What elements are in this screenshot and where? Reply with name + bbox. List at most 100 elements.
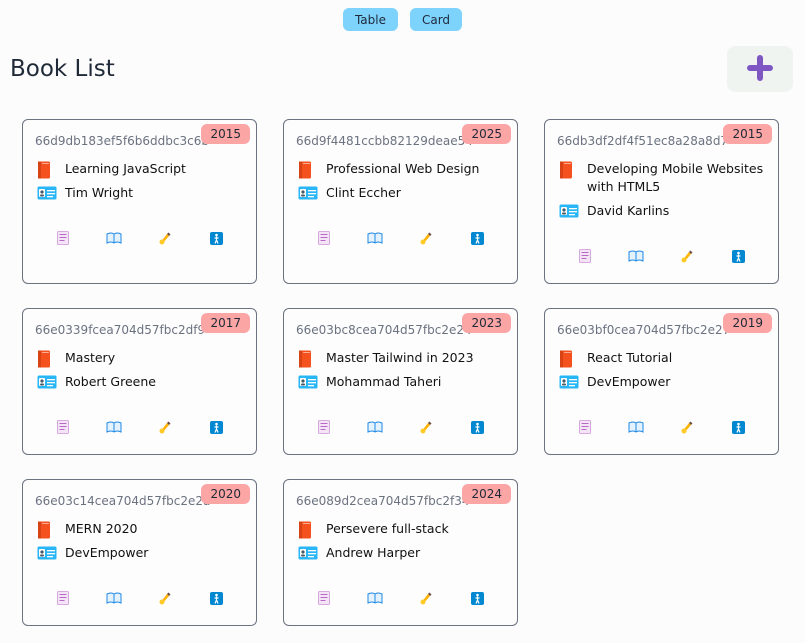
book-title-row: MERN 2020 (37, 520, 248, 539)
person-icon[interactable] (208, 419, 224, 435)
book-id: 66d9db183ef5f6b6ddbc3c6b (35, 134, 209, 148)
card-actions (284, 230, 517, 246)
writing-hand-icon[interactable] (157, 419, 173, 435)
book-title-row: Professional Web Design (298, 160, 509, 179)
memo-icon[interactable] (577, 248, 593, 264)
book-id: 66db3df2df4f51ec8a28a8d7 (557, 134, 729, 148)
person-icon[interactable] (208, 230, 224, 246)
book-author: Andrew Harper (326, 545, 421, 560)
id-card-icon (37, 186, 65, 200)
book-id: 66e089d2cea704d57fbc2f34 (296, 494, 470, 508)
memo-icon[interactable] (316, 230, 332, 246)
id-card-icon (559, 375, 587, 389)
book-id: 66e03bc8cea704d57fbc2e24 (296, 323, 472, 337)
writing-hand-icon[interactable] (157, 590, 173, 606)
book-author: Robert Greene (65, 374, 156, 389)
book-title-row: Master Tailwind in 2023 (298, 349, 509, 368)
book-icon (559, 161, 587, 179)
card-actions (284, 590, 517, 606)
open-book-icon[interactable] (367, 590, 383, 606)
open-book-icon[interactable] (106, 590, 122, 606)
open-book-icon[interactable] (367, 230, 383, 246)
year-badge: 2015 (723, 124, 772, 144)
book-title-row: Persevere full-stack (298, 520, 509, 539)
card-actions (545, 419, 778, 435)
person-icon[interactable] (208, 590, 224, 606)
book-card: 66e03bc8cea704d57fbc2e24 2023 Master Tai… (283, 308, 518, 455)
id-card-icon (559, 204, 587, 218)
book-title-row: Developing Mobile Websites with HTML5 (559, 160, 770, 196)
book-card: 66e0339fcea704d57fbc2df9 2017 Mastery Ro… (22, 308, 257, 455)
id-card-icon (37, 546, 65, 560)
card-actions (284, 419, 517, 435)
year-badge: 2019 (723, 313, 772, 333)
view-toggle: Table Card (0, 8, 805, 31)
book-icon (298, 350, 326, 368)
book-title-row: Mastery (37, 349, 248, 368)
open-book-icon[interactable] (628, 248, 644, 264)
open-book-icon[interactable] (367, 419, 383, 435)
book-author-row: David Karlins (559, 202, 770, 220)
person-icon[interactable] (469, 230, 485, 246)
writing-hand-icon[interactable] (679, 419, 695, 435)
book-card: 66e03bf0cea704d57fbc2e27 2019 React Tuto… (544, 308, 779, 455)
book-icon (37, 350, 65, 368)
book-title: Persevere full-stack (326, 521, 449, 536)
add-book-button[interactable] (727, 46, 793, 92)
year-badge: 2015 (201, 124, 250, 144)
writing-hand-icon[interactable] (418, 230, 434, 246)
table-view-button[interactable]: Table (342, 8, 398, 31)
book-author-row: Andrew Harper (298, 544, 509, 562)
book-icon (37, 521, 65, 539)
memo-icon[interactable] (55, 230, 71, 246)
id-card-icon (298, 546, 326, 560)
book-title: Professional Web Design (326, 161, 480, 176)
person-icon[interactable] (730, 419, 746, 435)
book-card: 66e089d2cea704d57fbc2f34 2024 Persevere … (283, 479, 518, 626)
year-badge: 2025 (462, 124, 511, 144)
memo-icon[interactable] (577, 419, 593, 435)
book-title-row: React Tutorial (559, 349, 770, 368)
book-id: 66e03c14cea704d57fbc2e2a (35, 494, 211, 508)
card-actions (23, 230, 256, 246)
book-author-row: Tim Wright (37, 184, 248, 202)
book-id: 66e0339fcea704d57fbc2df9 (35, 323, 206, 337)
memo-icon[interactable] (55, 590, 71, 606)
person-icon[interactable] (730, 248, 746, 264)
book-icon (559, 350, 587, 368)
card-view-button[interactable]: Card (409, 8, 463, 31)
card-actions (545, 248, 778, 264)
book-card: 66db3df2df4f51ec8a28a8d7 2015 Developing… (544, 119, 779, 284)
book-icon (298, 161, 326, 179)
memo-icon[interactable] (316, 419, 332, 435)
year-badge: 2017 (201, 313, 250, 333)
person-icon[interactable] (469, 419, 485, 435)
book-title-row: Learning JavaScript (37, 160, 248, 179)
open-book-icon[interactable] (628, 419, 644, 435)
card-actions (23, 590, 256, 606)
book-author: David Karlins (587, 203, 670, 218)
id-card-icon (298, 186, 326, 200)
book-card: 66d9f4481ccbb82129deae54 2025 Profession… (283, 119, 518, 284)
book-author-row: Mohammad Taheri (298, 373, 509, 391)
memo-icon[interactable] (55, 419, 71, 435)
writing-hand-icon[interactable] (679, 248, 695, 264)
open-book-icon[interactable] (106, 419, 122, 435)
book-author-row: DevEmpower (559, 373, 770, 391)
book-title: React Tutorial (587, 350, 673, 365)
writing-hand-icon[interactable] (157, 230, 173, 246)
book-title: MERN 2020 (65, 521, 138, 536)
book-id: 66e03bf0cea704d57fbc2e27 (557, 323, 731, 337)
year-badge: 2020 (201, 484, 250, 504)
year-badge: 2023 (462, 313, 511, 333)
book-author: DevEmpower (65, 545, 149, 560)
open-book-icon[interactable] (106, 230, 122, 246)
person-icon[interactable] (469, 590, 485, 606)
writing-hand-icon[interactable] (418, 419, 434, 435)
book-title: Learning JavaScript (65, 161, 186, 176)
memo-icon[interactable] (316, 590, 332, 606)
book-author-row: Clint Eccher (298, 184, 509, 202)
writing-hand-icon[interactable] (418, 590, 434, 606)
book-title: Master Tailwind in 2023 (326, 350, 474, 365)
book-icon (298, 521, 326, 539)
